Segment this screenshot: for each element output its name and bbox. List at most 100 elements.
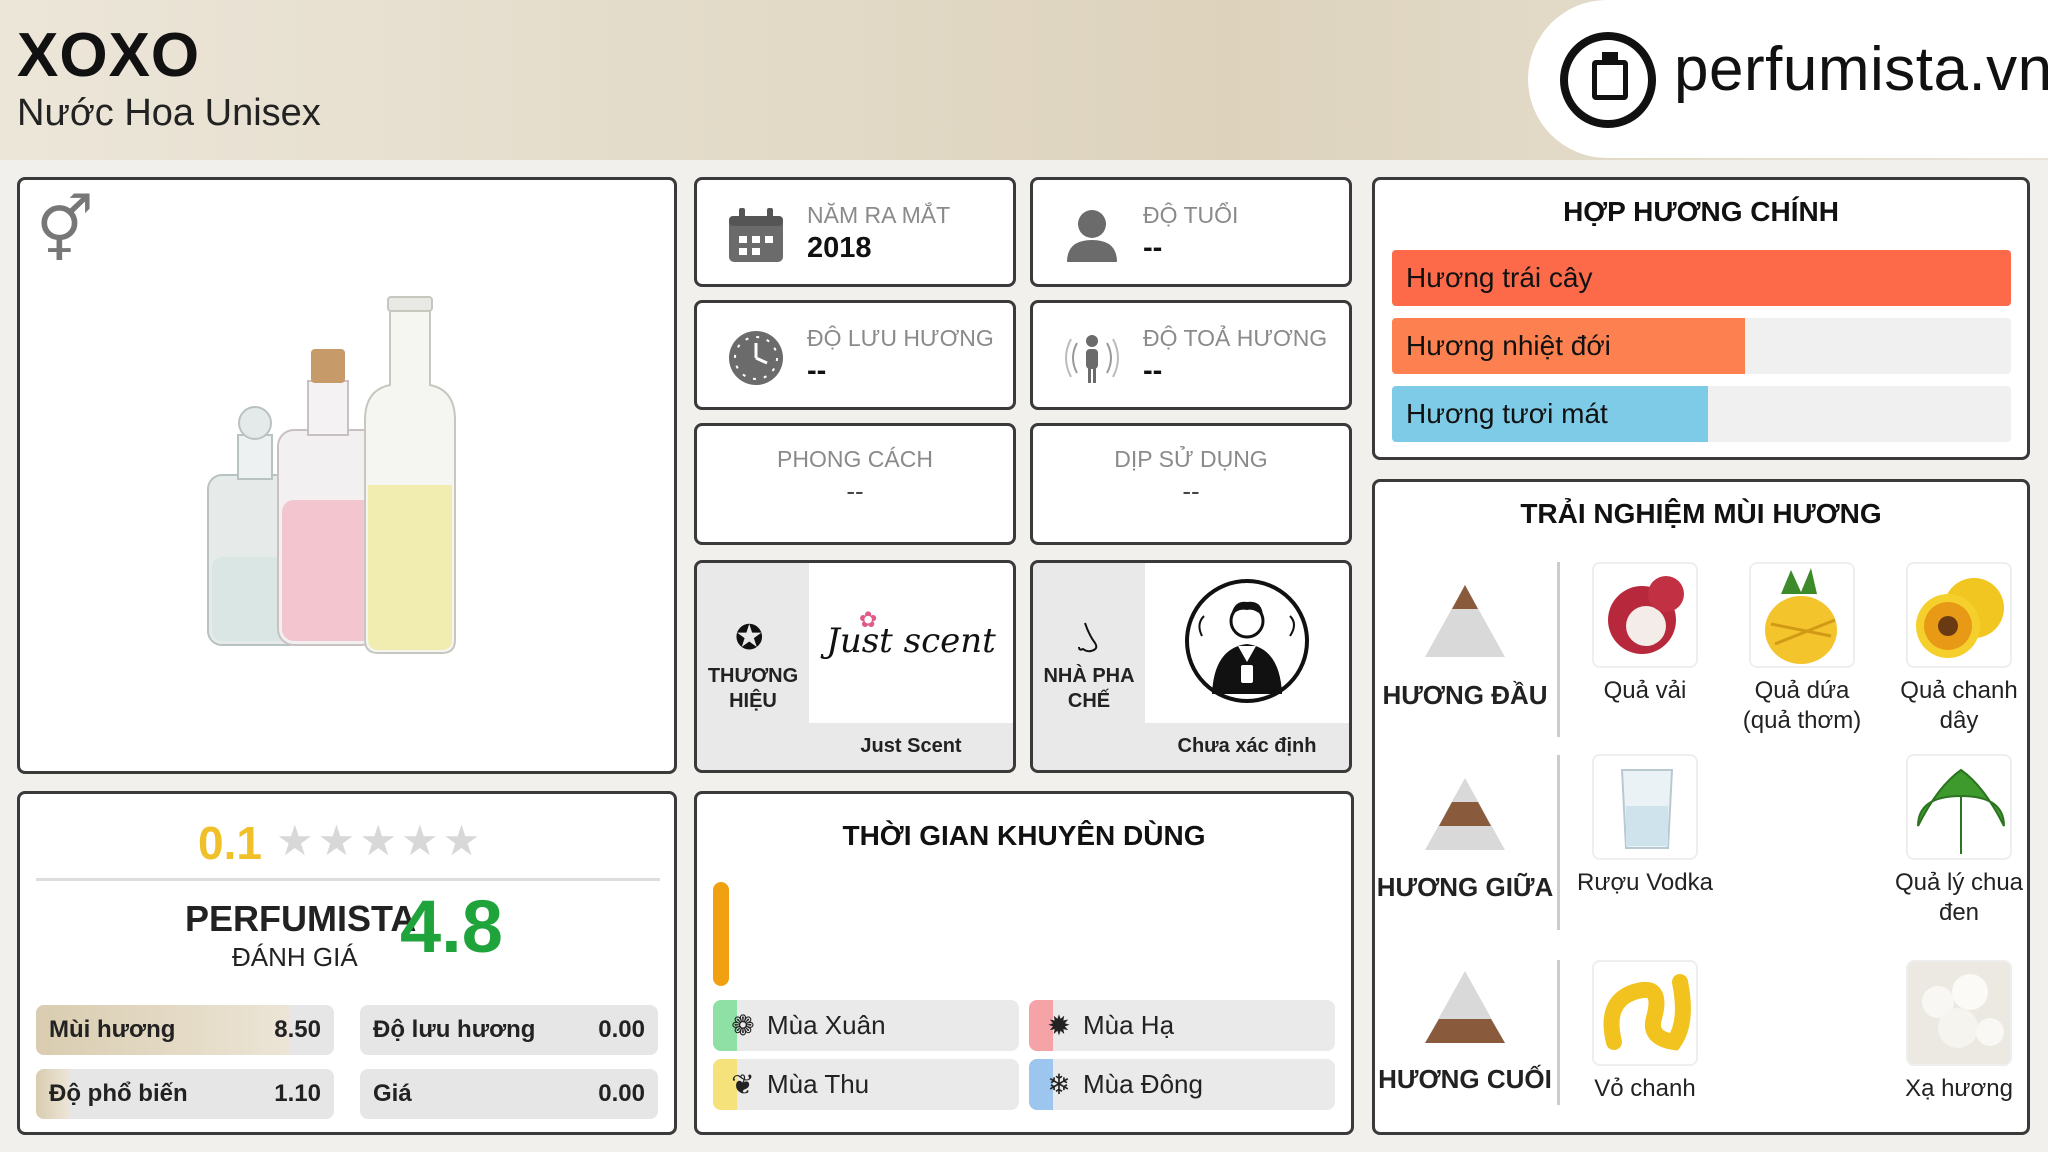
longevity-card: ĐỘ LƯU HƯƠNG -- xyxy=(694,300,1016,410)
age-label: ĐỘ TUỔI xyxy=(1143,202,1239,228)
age-value: -- xyxy=(1143,232,1163,264)
metric-longevity: Độ lưu hương 0.00 xyxy=(360,1005,658,1055)
sillage-label: ĐỘ TOẢ HƯƠNG xyxy=(1143,325,1328,351)
season-label: Mùa Xuân xyxy=(767,1010,886,1040)
perfumer-avatar xyxy=(1145,563,1349,718)
perfumer-card[interactable]: NHÀ PHA CHẾ Chưa xác định xyxy=(1030,560,1352,773)
note-item[interactable]: Quả vải xyxy=(1575,562,1715,706)
age-card: ĐỘ TUỔI -- xyxy=(1030,177,1352,287)
note-item[interactable]: Xạ hương xyxy=(1889,960,2029,1104)
season-label: Mùa Thu xyxy=(767,1069,870,1099)
note-name: Quả vải xyxy=(1603,677,1687,704)
tier-divider xyxy=(1557,755,1560,930)
metric-label: Độ lưu hương xyxy=(373,1016,536,1043)
sun-icon: ✹ xyxy=(1047,1010,1071,1041)
note-name-line2: dây xyxy=(1939,707,1979,734)
note-name: Quả dứa xyxy=(1754,677,1850,704)
base-notes-pyramid-icon xyxy=(1425,971,1505,1043)
perfumista-label: PERFUMISTA xyxy=(185,898,417,939)
note-name: Xạ hương xyxy=(1905,1075,2013,1102)
star-icon[interactable]: ★ xyxy=(359,817,401,864)
metric-value: 0.00 xyxy=(598,1016,645,1043)
middle-notes-pyramid-icon xyxy=(1425,778,1505,850)
perfumer-illustration-icon xyxy=(1185,578,1309,703)
rating-card: 0.1 ★★★★★ PERFUMISTA ĐÁNH GIÁ 4.8 Mùi hư… xyxy=(17,791,677,1135)
longevity-label: ĐỘ LƯU HƯƠNG xyxy=(807,325,994,351)
metric-popularity: Độ phổ biến 1.10 xyxy=(36,1069,334,1119)
sillage-value: -- xyxy=(1143,355,1163,387)
leaf-icon: ❦ xyxy=(731,1069,755,1100)
metric-price: Giá 0.00 xyxy=(360,1069,658,1119)
longevity-value: -- xyxy=(807,355,827,387)
flower-icon: ❁ xyxy=(731,1010,755,1041)
seasons-title: THỜI GIAN KHUYÊN DÙNG xyxy=(842,820,1206,851)
lychee-image xyxy=(1592,562,1698,668)
notes-title: TRẢI NGHIỆM MÙI HƯƠNG xyxy=(1520,498,1882,529)
calendar-icon xyxy=(729,208,783,262)
style-value: -- xyxy=(846,476,864,506)
lemon-peel-image xyxy=(1592,960,1698,1066)
metric-scent: Mùi hương 8.50 xyxy=(36,1005,334,1055)
star-icon[interactable]: ★ xyxy=(318,817,360,864)
metric-label: Độ phổ biến xyxy=(49,1080,188,1107)
product-image-card: ⚥ xyxy=(17,177,677,774)
metric-value: 0.00 xyxy=(598,1080,645,1107)
launch-year-value: 2018 xyxy=(807,232,872,264)
radiating-person-icon xyxy=(1065,335,1119,383)
brand-logo: ✿ Just scent xyxy=(809,563,1013,718)
accord-label: Hương trái cây xyxy=(1406,262,1593,293)
perfumer-label-line1: NHÀ PHA xyxy=(1043,665,1135,687)
style-label: PHONG CÁCH xyxy=(777,446,933,472)
clock-icon xyxy=(729,331,783,385)
perfumista-score: 4.8 xyxy=(400,885,503,968)
middle-notes-label: HƯƠNG GIỮA xyxy=(1376,872,1554,902)
occasion-label: DỊP SỬ DỤNG xyxy=(1114,446,1268,472)
season-label: Mùa Hạ xyxy=(1083,1010,1175,1040)
page-header: XOXO Nước Hoa Unisex perfumista.vn xyxy=(0,0,2048,160)
top-notes-label: HƯƠNG ĐẦU xyxy=(1382,680,1548,710)
note-name-line2: (quả thơm) xyxy=(1742,707,1862,734)
note-item[interactable]: Quả lý chua đen xyxy=(1889,754,2029,928)
star-icon[interactable]: ★ xyxy=(276,817,318,864)
user-score: 0.1 xyxy=(198,817,262,869)
snowflake-icon: ❄ xyxy=(1047,1069,1071,1100)
occasion-card: DỊP SỬ DỤNG -- xyxy=(1030,423,1352,545)
season-summer: ✹ Mùa Hạ xyxy=(1029,1000,1335,1051)
occasion-value: -- xyxy=(1182,476,1200,506)
style-card: PHONG CÁCH -- xyxy=(694,423,1016,545)
tier-divider xyxy=(1557,960,1560,1105)
unisex-gender-icon: ⚥ xyxy=(36,194,94,266)
site-logo[interactable]: perfumista.vn xyxy=(1528,0,2048,158)
note-name: Quả lý chua xyxy=(1894,869,2024,896)
nose-icon xyxy=(1078,622,1098,653)
brand-logo-text: Just scent xyxy=(826,620,996,661)
star-rating[interactable]: ★★★★★ xyxy=(276,816,484,865)
note-name: Quả chanh xyxy=(1900,677,2018,704)
perfume-bottle-logo-icon xyxy=(1560,32,1656,128)
star-icon[interactable]: ★ xyxy=(401,817,443,864)
star-icon[interactable]: ★ xyxy=(443,817,485,864)
brand-card[interactable]: ✪ THƯƠNG HIỆU ✿ Just scent Just Scent xyxy=(694,560,1016,773)
season-winter: ❄ Mùa Đông xyxy=(1029,1059,1335,1110)
season-label: Mùa Đông xyxy=(1083,1069,1203,1099)
perfumer-label-panel: NHÀ PHA CHẾ xyxy=(1033,563,1145,770)
note-name-line2: đen xyxy=(1938,899,1980,926)
note-item[interactable]: Rượu Vodka xyxy=(1575,754,1715,898)
brand-name[interactable]: Just Scent xyxy=(809,723,1013,770)
note-name: Rượu Vodka xyxy=(1577,869,1713,896)
metric-value: 1.10 xyxy=(274,1080,321,1107)
tier-divider xyxy=(1557,562,1560,737)
metric-label: Giá xyxy=(373,1080,412,1107)
note-item[interactable]: Vỏ chanh xyxy=(1575,960,1715,1104)
accord-label: Hương nhiệt đới xyxy=(1406,330,1611,361)
musk-image xyxy=(1906,960,2012,1066)
note-item[interactable]: Quả chanh dây xyxy=(1889,562,2029,736)
recommended-time-card: THỜI GIAN KHUYÊN DÙNG ❁ Mùa Xuân ✹ Mùa H… xyxy=(694,791,1354,1135)
perfumer-name[interactable]: Chưa xác định xyxy=(1145,723,1349,770)
accord-bar: Hương nhiệt đới xyxy=(1392,318,2011,374)
perfume-title: XOXO xyxy=(17,21,201,90)
perfume-bottles-image xyxy=(207,296,456,654)
flower-icon: ✿ xyxy=(859,607,878,632)
note-item[interactable]: Quả dứa (quả thơm) xyxy=(1732,562,1872,736)
metric-value: 8.50 xyxy=(274,1016,321,1043)
